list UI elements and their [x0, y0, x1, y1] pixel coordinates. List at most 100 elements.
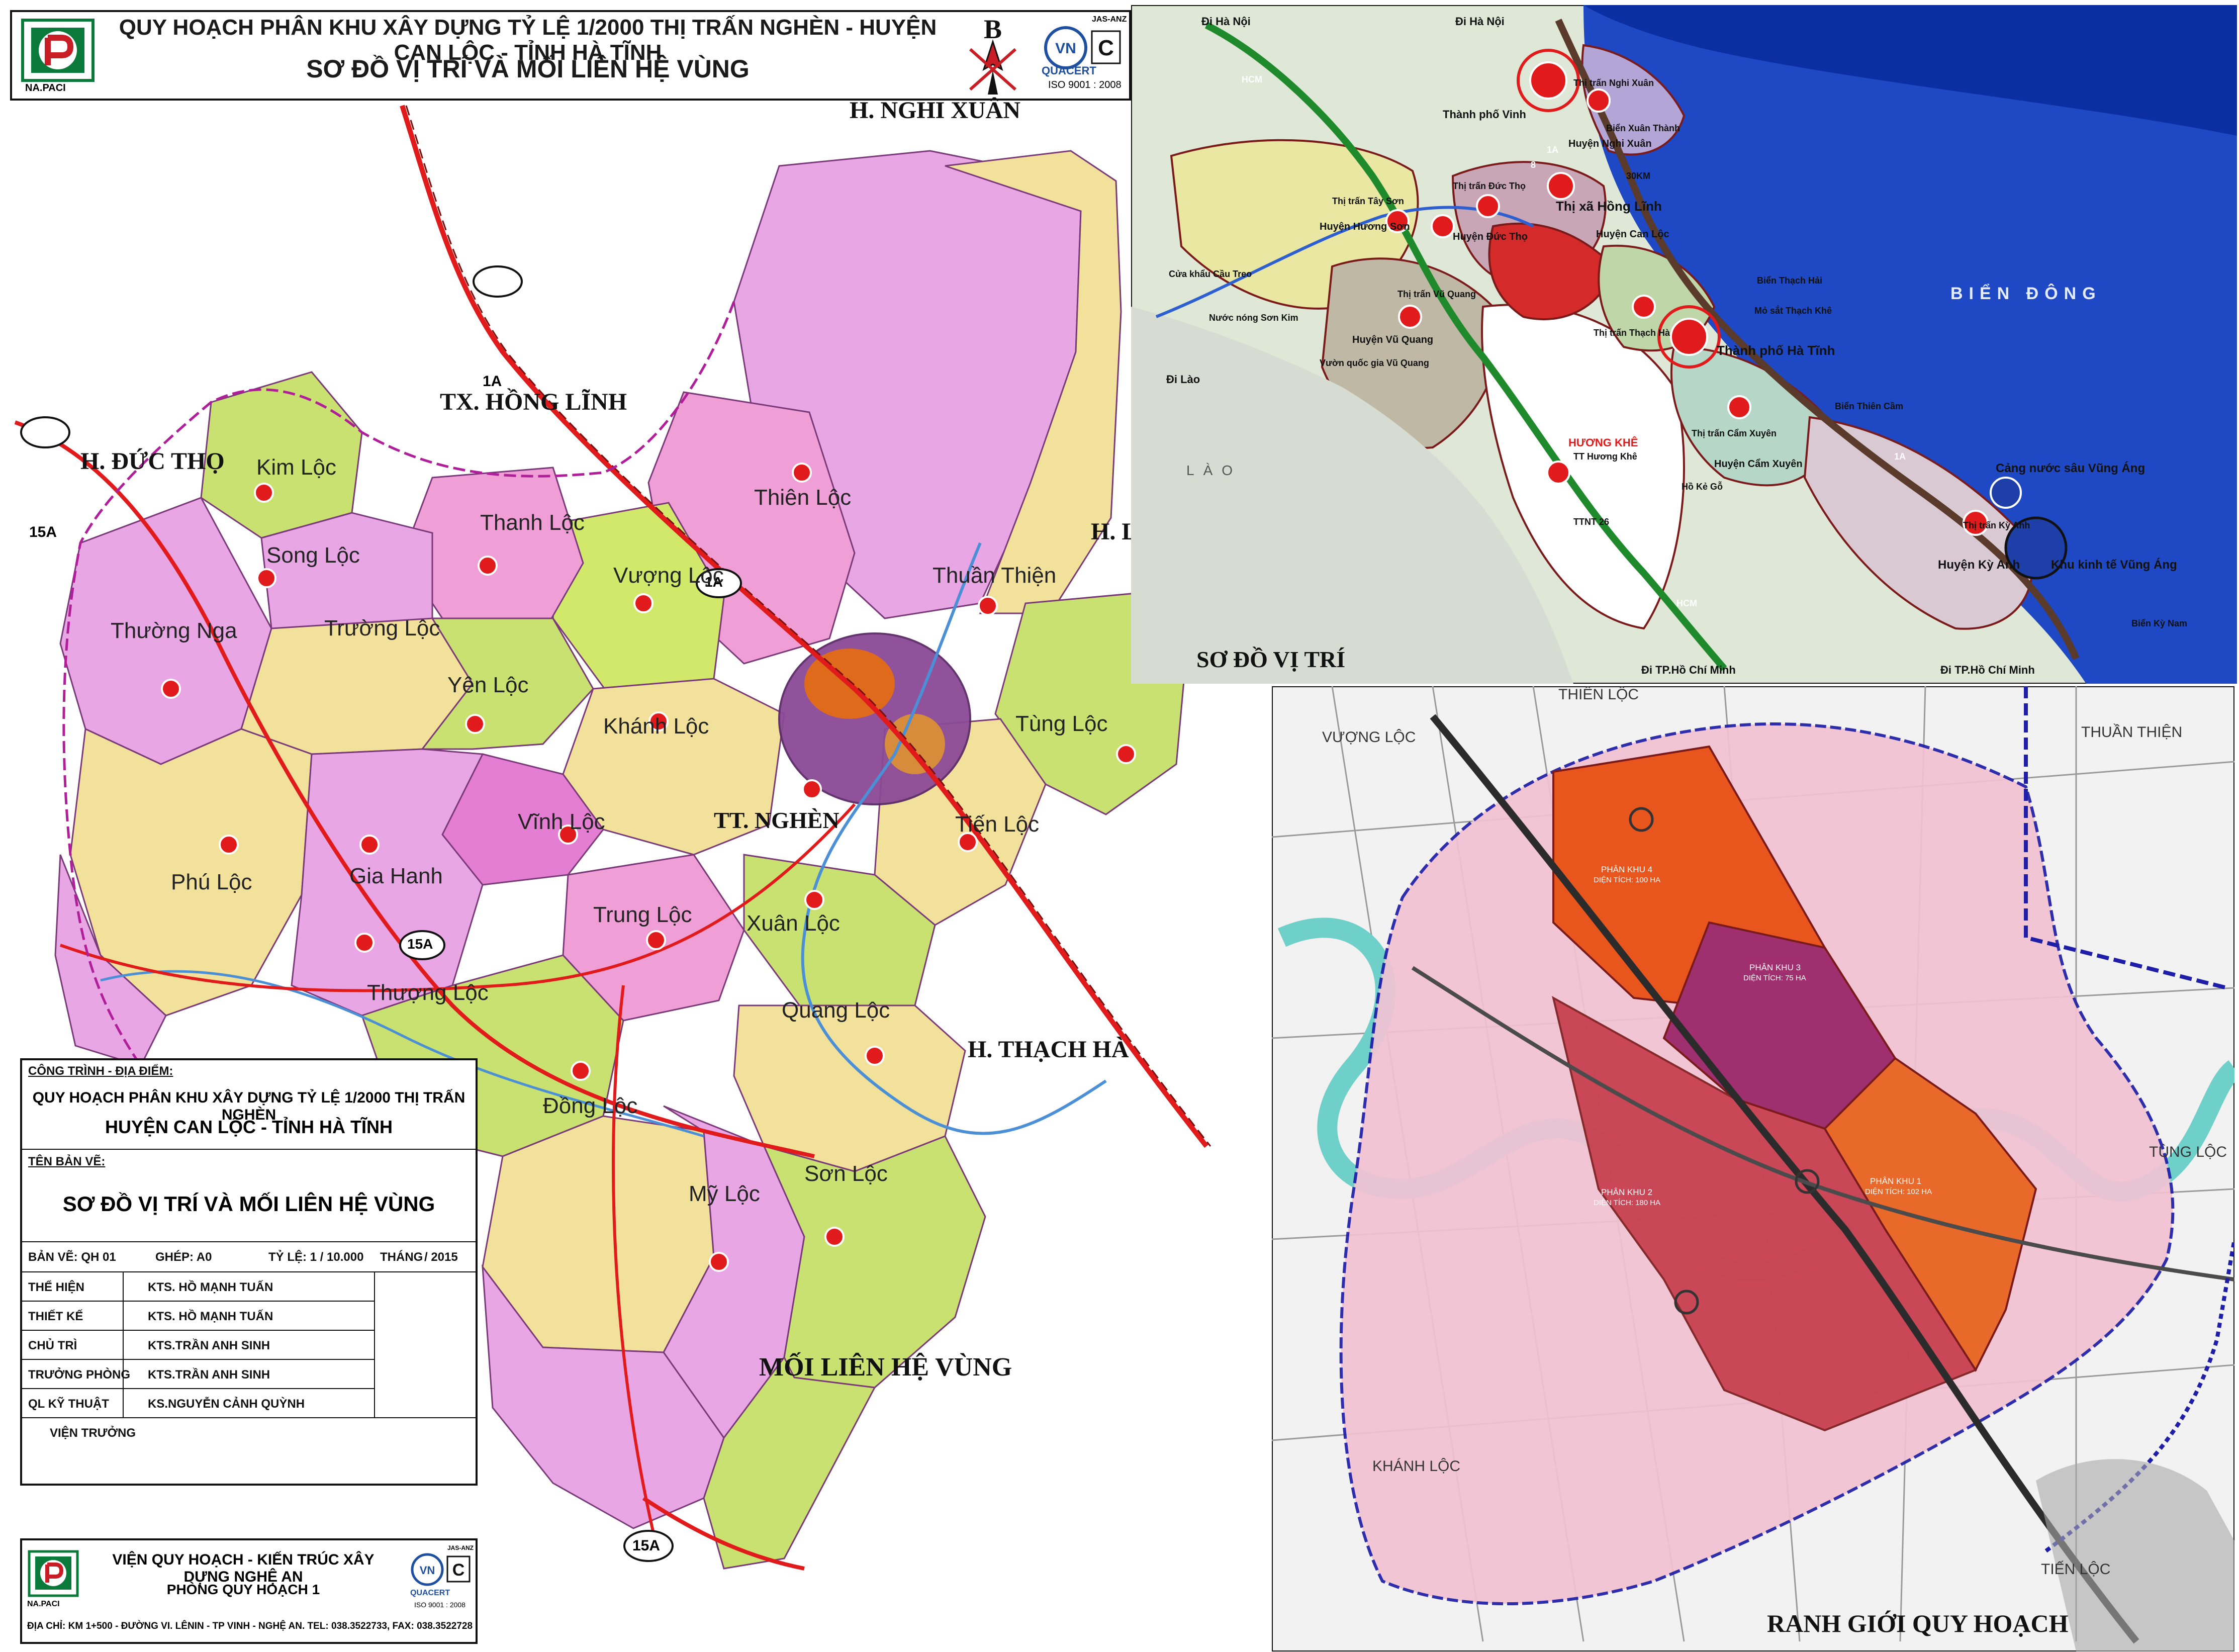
commune-label: Quang Lộc: [782, 998, 890, 1023]
commune-label: Phú Lộc: [171, 870, 252, 894]
inset-road-label: 1A: [1894, 451, 1906, 462]
commune-label: Vĩnh Lộc: [518, 809, 605, 834]
plan-neighbor: KHÁNH LỘC: [1372, 1458, 1461, 1475]
inset-place: Khu kinh tế Vũng Áng: [2051, 558, 2177, 572]
footer-cert-label: QUACERT: [410, 1589, 450, 1597]
inset-place: Huyện Nghi Xuân: [1568, 138, 1652, 149]
inset-place: Huyện Hương Sơn: [1320, 221, 1410, 232]
commune-label: Mỹ Lộc: [689, 1181, 760, 1206]
inset-place: Đi TP.Hồ Chí Minh: [1940, 664, 2035, 676]
tb-ghep: GHÉP: A0: [155, 1250, 212, 1264]
neighbor-thach-ha: H. THẠCH HÀ: [968, 1036, 1129, 1063]
inset-place: Thị trấn Kỳ Anh: [1963, 520, 2030, 530]
plan-neighbor: TÙNG LỘC: [2149, 1144, 2227, 1160]
route-label-1a-north: 1A: [483, 373, 502, 390]
commune-label: Khánh Lộc: [603, 714, 709, 739]
header-cert-iso: ISO 9001 : 2008: [1048, 79, 1122, 90]
tb-role: THIẾT KẾ: [28, 1310, 83, 1323]
inset-place: Thị trấn Đức Thọ: [1453, 181, 1526, 191]
tb-sheet: BẢN VẼ: QH 01: [28, 1250, 116, 1264]
commune-label: Vượng Lộc: [613, 563, 724, 588]
commune-label: Thượng Lộc: [367, 980, 489, 1005]
town-center-east: [885, 714, 945, 774]
inset-place: Thị trấn Cẩm Xuyên: [1692, 428, 1777, 438]
inset-place: Vườn quốc gia Vũ Quang: [1320, 358, 1429, 368]
commune-label: Đồng Lộc: [543, 1093, 638, 1118]
plan-neighbor: THIÊN LỘC: [1558, 686, 1639, 703]
inset-place: Hồ Kẻ Gỗ: [1682, 482, 1723, 492]
footer-cert-jas: JAS-ANZ: [447, 1544, 474, 1551]
inset-place: Thị trấn Nghi Xuân: [1573, 78, 1654, 88]
north-arrow-icon: B: [969, 14, 1016, 95]
tb-project-line2: HUYỆN CAN LỘC - TỈNH HÀ TĨNH: [105, 1117, 393, 1137]
inset-place: Huyện Cẩm Xuyên: [1714, 458, 1803, 470]
inset-place: Thành phố Hà Tĩnh: [1717, 343, 1835, 358]
tb-person: KS.NGUYỄN CẢNH QUỲNH: [148, 1397, 305, 1411]
commune-label: Song Lộc: [266, 543, 360, 568]
tb-role: QL KỸ THUẬT: [28, 1397, 109, 1411]
tb-month: THÁNG: [380, 1250, 423, 1264]
zone-4-area-text: DIỆN TÍCH: 100 HA: [1594, 876, 1661, 884]
route-label-15a-south: 15A: [632, 1537, 661, 1554]
zone-4-name: PHÂN KHU 4: [1601, 865, 1653, 874]
inset-plan-map: [1272, 686, 2234, 1651]
neighbor-duc-tho: H. ĐỨC THỌ: [80, 448, 225, 475]
footer-block: NA.PACI VIỆN QUY HOẠCH - KIẾN TRÚC XÂY D…: [20, 1538, 478, 1644]
inset-road-label: HCM: [1676, 598, 1697, 608]
inset-place: Thị xã Hồng Lĩnh: [1556, 199, 1662, 214]
commune-label: Tiến Lộc: [955, 812, 1040, 837]
inset-place: Biển Xuân Thành: [1606, 123, 1681, 133]
town-label: TT. NGHÈN: [714, 807, 839, 833]
commune-label: Trung Lộc: [593, 902, 692, 927]
inset-place: Cửa khẩu Cầu Treo: [1169, 269, 1252, 279]
header-title-line2: SƠ ĐỒ VỊ TRÍ VÀ MỐI LIÊN HỆ VÙNG: [306, 55, 750, 83]
svg-text:VN: VN: [420, 1564, 435, 1577]
title-block: CÔNG TRÌNH - ĐỊA ĐIỂM: QUY HOẠCH PHÂN KH…: [20, 1058, 478, 1486]
inset-place: Mỏ sắt Thạch Khê: [1754, 306, 1832, 316]
zone-3-area-text: DIỆN TÍCH: 75 HA: [1743, 974, 1806, 982]
inset-place: HƯƠNG KHÊ: [1568, 436, 1638, 449]
inset-place: Cảng nước sâu Vũng Áng: [1996, 462, 2145, 475]
tb-drawing-label: TÊN BẢN VẼ:: [28, 1155, 106, 1168]
inset-place: Huyện Đức Thọ: [1453, 231, 1528, 242]
commune-label: Kim Lộc: [256, 455, 336, 480]
commune-label: Thiên Lộc: [754, 485, 852, 510]
header-cert-jas: JAS-ANZ: [1092, 15, 1127, 24]
inset-place: Biển Kỳ Nam: [2131, 618, 2188, 628]
plan-neighbor: THUẦN THIỆN: [2081, 724, 2183, 741]
zone-1-name: PHÂN KHU 1: [1870, 1176, 1922, 1186]
tb-role: TRƯỞNG PHÒNG: [28, 1368, 131, 1382]
tb-person: KTS. HỒ MẠNH TUẤN: [148, 1310, 273, 1323]
plan-neighbor: VƯỢNG LỘC: [1322, 729, 1416, 746]
inset-place: Đi TP.Hồ Chí Minh: [1641, 664, 1736, 676]
inset-place: Huyện Can Lộc: [1596, 229, 1669, 240]
inset-place: Thị trấn Vũ Quang: [1397, 289, 1476, 299]
sea-label: BIỂN ĐÔNG: [1950, 284, 2102, 303]
zone-2-name: PHÂN KHU 2: [1601, 1187, 1653, 1197]
tb-director: VIỆN TRƯỞNG: [50, 1426, 136, 1440]
zone-2-area-text: DIỆN TÍCH: 180 HA: [1594, 1199, 1661, 1207]
inset-plan-title: RANH GIỚI QUY HOẠCH: [1767, 1609, 2069, 1637]
inset-place: Đi Lào: [1166, 373, 1200, 386]
zone-1-area-text: DIỆN TÍCH: 102 HA: [1865, 1187, 1932, 1196]
commune-label: Xuân Lộc: [747, 911, 840, 936]
plan-neighbor: TIẾN LỘC: [2041, 1561, 2111, 1578]
inset-place: Huyện Kỳ Anh: [1938, 558, 2020, 572]
inset-place: TT Hương Khê: [1573, 451, 1637, 462]
tb-project-label: CÔNG TRÌNH - ĐỊA ĐIỂM:: [28, 1064, 173, 1078]
laos-label: LÀO: [1186, 463, 1242, 478]
inset-place: Thị trấn Thạch Hà: [1594, 328, 1670, 338]
inset-place: Đi Hà Nội: [1201, 15, 1251, 28]
route-label-15a-west: 15A: [29, 524, 57, 540]
route-label-15a-center: 15A: [407, 936, 433, 952]
commune-label: Trường Lộc: [324, 616, 440, 640]
inset-place: 30KM: [1626, 171, 1651, 181]
tb-role: THỂ HIỆN: [28, 1280, 85, 1294]
zone-3-name: PHÂN KHU 3: [1749, 963, 1801, 972]
inset-place: Biển Thạch Hải: [1757, 276, 1823, 286]
inset-place: Huyện Vũ Quang: [1352, 334, 1434, 345]
tb-person: KTS.TRẦN ANH SINH: [148, 1368, 270, 1382]
commune-label: Yên Lộc: [447, 673, 529, 697]
inset-road-label: 1A: [1547, 145, 1559, 155]
tb-person: KTS.TRẦN ANH SINH: [148, 1339, 270, 1352]
